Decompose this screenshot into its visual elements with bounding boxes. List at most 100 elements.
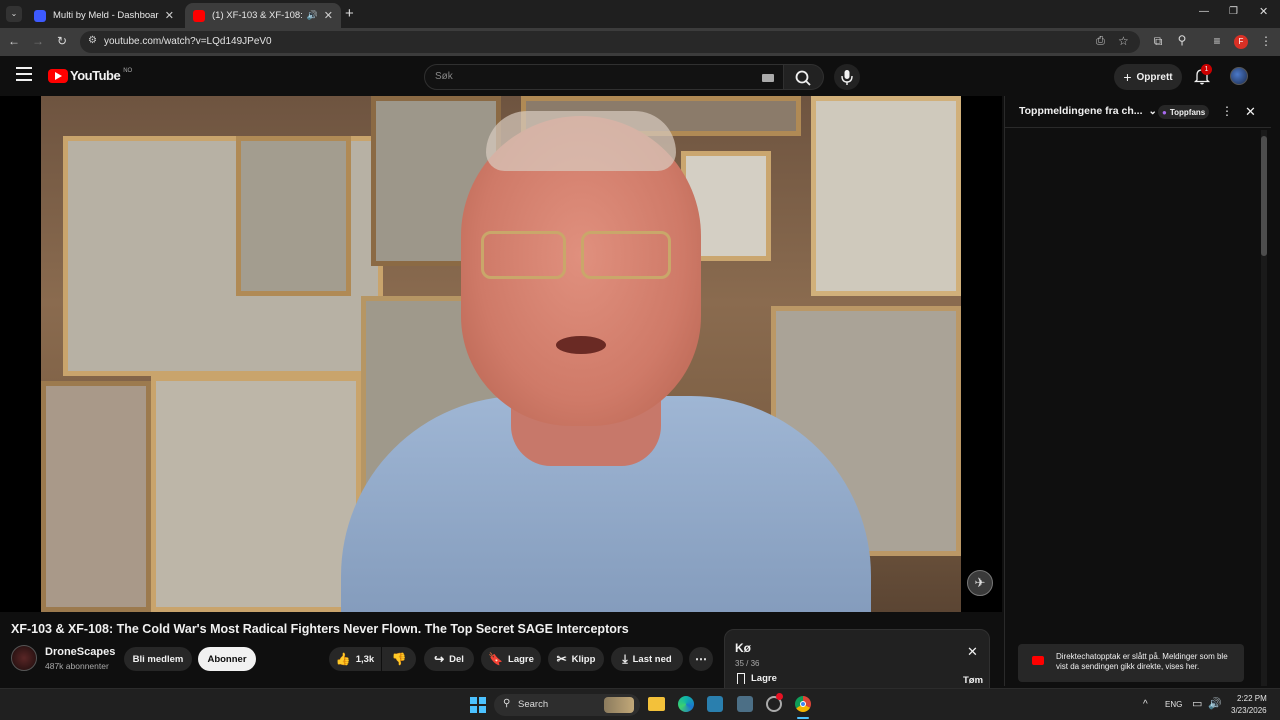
voice-search-button[interactable] — [834, 64, 860, 90]
site-info-icon[interactable]: ⚙ — [88, 35, 97, 46]
edge-browser-icon[interactable] — [678, 696, 694, 712]
file-explorer-icon[interactable] — [648, 697, 665, 711]
youtube-logo[interactable]: YouTube NO — [48, 68, 132, 83]
bookmark-icon — [737, 673, 745, 684]
extensions-icon[interactable]: ⚲ — [1174, 33, 1190, 47]
chrome-menu-icon[interactable]: ⋮ — [1258, 34, 1274, 48]
thumbs-up-icon: 👍 — [335, 652, 351, 666]
search-highlight-icon — [604, 697, 634, 713]
close-tab-icon[interactable]: ✕ — [324, 9, 333, 22]
back-arrow-icon[interactable]: ← — [6, 34, 22, 48]
download-button[interactable]: ⤓ Last ned — [611, 647, 683, 671]
download-icon: ⤓ — [622, 651, 628, 666]
framed-photo — [151, 376, 361, 612]
close-chat-icon[interactable]: ✕ — [1245, 104, 1256, 120]
account-avatar[interactable] — [1230, 67, 1248, 85]
hamburger-menu-icon[interactable] — [16, 67, 32, 81]
share-button[interactable]: ↪ Del — [424, 647, 474, 671]
queue-position: 35 / 36 — [735, 659, 760, 668]
profile-avatar[interactable]: F — [1234, 35, 1248, 49]
youtube-logo-text: YouTube — [70, 68, 121, 83]
queue-clear-button[interactable]: Tøm — [963, 675, 983, 686]
language-indicator[interactable]: ENG — [1165, 700, 1182, 709]
reading-list-icon[interactable]: ≡ — [1209, 34, 1225, 48]
region-code: NO — [123, 67, 133, 74]
tray-overflow-icon[interactable]: ^ — [1143, 699, 1148, 710]
fans-icon: ● — [1162, 107, 1167, 117]
join-label: Bli medlem — [132, 653, 184, 665]
live-chat-panel: Toppmeldingene fra ch... ⌄ ● Toppfans ⋮ … — [1004, 96, 1271, 686]
search-input[interactable]: Søk — [424, 64, 784, 90]
queue-save-button[interactable]: Lagre — [737, 673, 777, 684]
reload-icon[interactable]: ↻ — [54, 34, 70, 48]
windows-start-icon[interactable] — [470, 697, 486, 713]
taskbar-search[interactable]: ⚲ Search — [494, 694, 640, 716]
new-tab-button[interactable]: + — [345, 5, 354, 22]
clip-button[interactable]: ✂ Klipp — [548, 647, 604, 671]
chat-mode-selector[interactable]: Toppmeldingene fra ch... ⌄ — [1019, 105, 1157, 117]
app-icon-notification[interactable] — [766, 693, 783, 712]
chat-notice-text: Direktechatopptak er slått på. Meldinger… — [1056, 652, 1228, 671]
dislike-button[interactable]: 👎 — [382, 647, 416, 671]
like-button[interactable]: 👍 1,3k — [329, 647, 381, 671]
clock-time[interactable]: 2:22 PM — [1237, 694, 1267, 703]
save-button[interactable]: 🔖 Lagre — [481, 647, 541, 671]
chat-scrollbar-thumb[interactable] — [1261, 136, 1267, 256]
thumbs-down-icon: 👎 — [391, 652, 407, 666]
more-actions-button[interactable]: ⋯ — [689, 647, 713, 671]
app-icon-teal[interactable] — [707, 696, 723, 712]
scissors-icon: ✂ — [556, 652, 567, 666]
youtube-masthead: YouTube NO Søk + Opprett 1 — [0, 56, 1280, 96]
keyboard-icon[interactable] — [762, 74, 774, 82]
search-icon: ⚲ — [503, 698, 511, 709]
create-button[interactable]: + Opprett — [1114, 64, 1182, 90]
forward-arrow-icon[interactable]: → — [30, 34, 46, 48]
channel-avatar[interactable] — [11, 645, 37, 671]
top-fans-badge[interactable]: ● Toppfans — [1158, 105, 1210, 119]
tab-youtube-video[interactable]: (1) XF-103 & XF-108: The C 🔊 ✕ — [185, 3, 341, 28]
youtube-notice-icon — [1032, 656, 1044, 665]
volume-icon[interactable]: 🔊 — [1208, 697, 1222, 710]
subscriber-count: 487k abonnenter — [45, 661, 109, 671]
speaker-hair — [486, 111, 676, 171]
channel-watermark-icon[interactable]: ✈ — [967, 570, 993, 596]
clip-label: Klipp — [571, 653, 596, 665]
video-frame[interactable] — [41, 96, 961, 612]
meld-favicon-icon — [34, 9, 46, 22]
network-icon[interactable]: ▭ — [1192, 697, 1202, 710]
plus-icon: + — [1123, 69, 1132, 85]
address-bar[interactable]: ⚙ youtube.com/watch?v=LQd149JPeV0 ⎙ ☆ — [80, 31, 1140, 53]
notifications-button[interactable]: 1 — [1193, 64, 1212, 85]
share-arrow-icon: ↪ — [434, 652, 445, 666]
clock-date[interactable]: 3/23/2026 — [1231, 706, 1267, 715]
chat-scrollbar[interactable] — [1261, 130, 1267, 686]
tab-meld-dashboard[interactable]: Multi by Meld - Dashboard. ✕ — [26, 3, 182, 28]
close-window-icon[interactable]: ✕ — [1259, 5, 1268, 18]
top-fans-label: Toppfans — [1169, 107, 1206, 117]
restore-window-icon[interactable]: ❐ — [1229, 6, 1238, 17]
queue-save-label: Lagre — [751, 673, 777, 684]
active-app-indicator — [797, 717, 809, 719]
notification-count-badge: 1 — [1201, 64, 1212, 75]
video-player[interactable]: ✈ — [0, 96, 1002, 612]
close-queue-icon[interactable]: ✕ — [967, 644, 978, 660]
channel-name[interactable]: DroneScapes — [45, 646, 115, 658]
speaker-icon[interactable]: 🔊 — [307, 10, 318, 21]
chat-header: Toppmeldingene fra ch... ⌄ ● Toppfans ⋮ … — [1005, 96, 1271, 128]
app-icon-capture[interactable] — [737, 696, 753, 712]
chat-more-icon[interactable]: ⋮ — [1221, 104, 1233, 118]
join-button[interactable]: Bli medlem — [124, 647, 192, 671]
bookmark-icon: 🔖 — [488, 652, 504, 666]
minimize-window-icon[interactable]: — — [1199, 6, 1209, 17]
queue-title: Kø — [735, 641, 751, 655]
tab-search-button[interactable]: ⌄ — [6, 6, 22, 22]
bookmark-star-icon[interactable]: ☆ — [1118, 34, 1129, 48]
chrome-taskbar-icon[interactable] — [795, 696, 811, 712]
subscribe-button[interactable]: Abonner — [198, 647, 256, 671]
speaker-glasses — [481, 226, 681, 281]
tab-groups-icon[interactable]: ⧉ — [1150, 34, 1166, 49]
queue-panel[interactable]: Kø 35 / 36 ✕ Lagre Tøm — [724, 629, 990, 689]
search-button[interactable] — [784, 64, 824, 90]
install-app-icon[interactable]: ⎙ — [1096, 35, 1105, 48]
close-tab-icon[interactable]: ✕ — [165, 9, 174, 22]
